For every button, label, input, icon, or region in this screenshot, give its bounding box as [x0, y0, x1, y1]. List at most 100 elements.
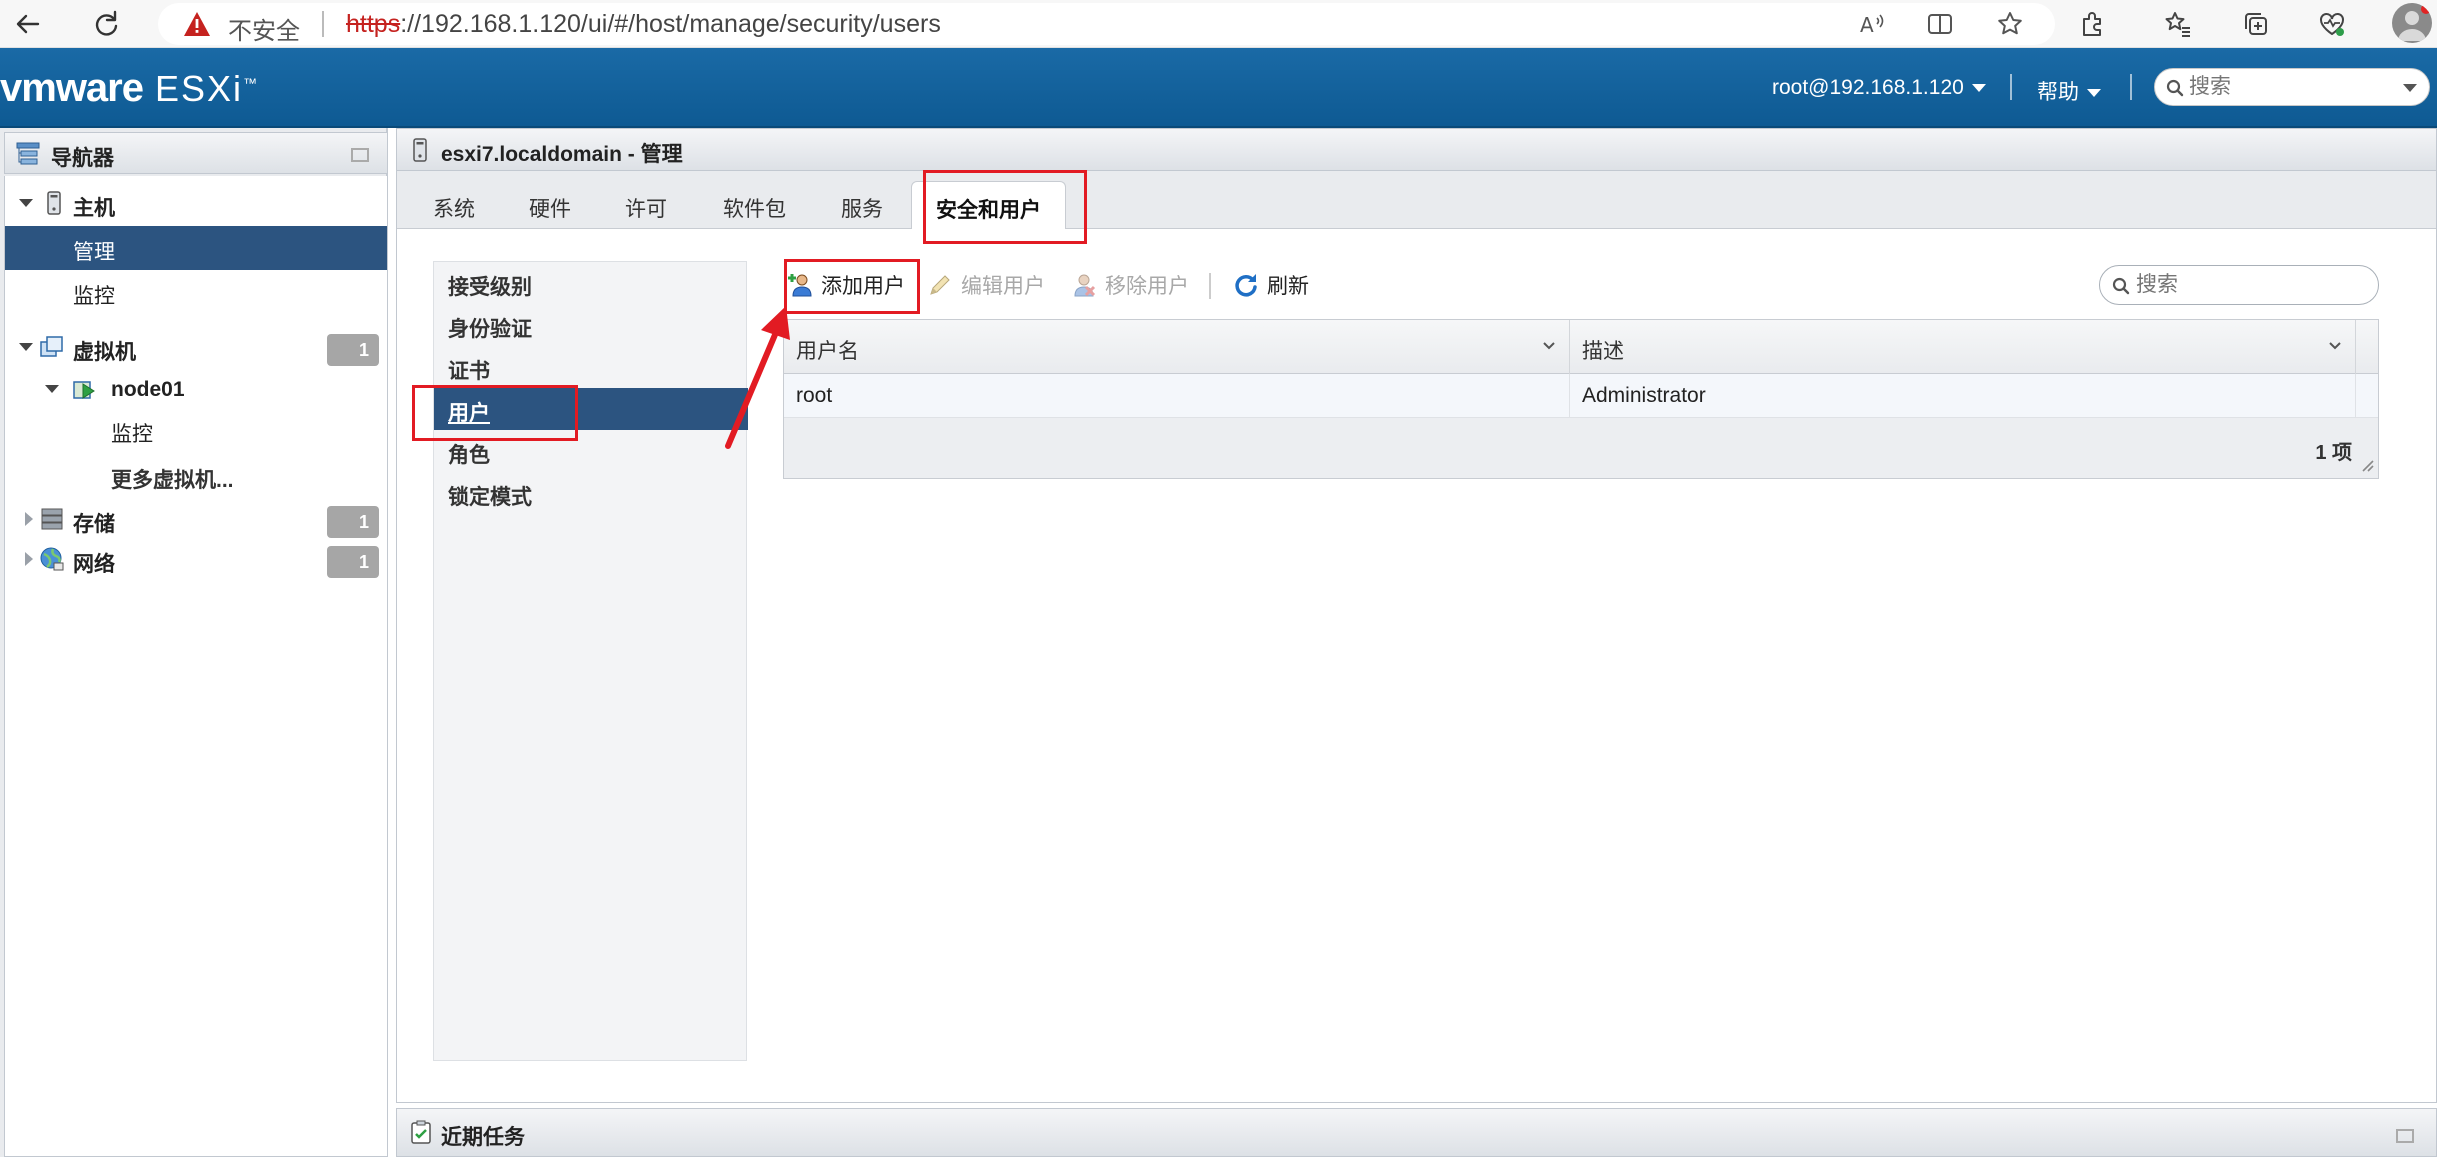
header-search[interactable] [2154, 68, 2430, 106]
collections-icon[interactable] [2240, 8, 2272, 40]
main-title: esxi7.localdomain - 管理 [441, 143, 683, 166]
sec-item-label: 证书 [448, 360, 490, 383]
edit-user-button[interactable]: 编辑用户 [927, 267, 1045, 303]
vms-count-badge: 1 [327, 334, 379, 366]
storage-icon [41, 508, 63, 530]
tab-services[interactable]: 服务 [841, 181, 883, 229]
column-header-label: 描述 [1582, 340, 1624, 363]
extensions-icon[interactable] [2076, 8, 2108, 40]
reload-icon[interactable] [86, 4, 126, 44]
chevron-down-icon[interactable] [2327, 338, 2343, 354]
nav-item-vm-node01[interactable]: node01 [5, 368, 387, 412]
item-count: 1 项 [2315, 442, 2352, 464]
back-icon[interactable] [8, 4, 48, 44]
chevron-down-icon [2087, 89, 2101, 98]
vmware-esxi-logo[interactable]: vmware ESXi™ [0, 66, 259, 110]
header-separator [2010, 74, 2012, 100]
user-menu[interactable]: root@192.168.1.120 [1772, 76, 1986, 100]
vm-powered-on-icon [73, 381, 95, 399]
nav-manage-label: 管理 [73, 241, 115, 264]
nav-vm-monitor-label: 监控 [111, 423, 153, 446]
help-menu[interactable]: 帮助 [2037, 76, 2101, 106]
main-title-bar: esxi7.localdomain - 管理 [397, 129, 2436, 171]
profile-avatar[interactable] [2392, 3, 2432, 43]
collapse-panel-icon[interactable] [351, 148, 369, 162]
nav-item-monitor[interactable]: 监控 [5, 270, 387, 314]
nav-item-network[interactable]: 网络 1 [5, 538, 387, 582]
sec-item-roles[interactable]: 角色 [434, 430, 748, 472]
tab-security-users[interactable]: 安全和用户 [911, 181, 1066, 229]
users-search-input[interactable] [2136, 271, 2366, 299]
logo-esxi: ESXi™ [155, 68, 259, 110]
main-panel: esxi7.localdomain - 管理 系统 硬件 许可 软件包 服务 安… [396, 128, 2437, 1103]
resize-grip-icon[interactable] [2360, 458, 2374, 472]
users-search[interactable] [2099, 265, 2379, 305]
search-icon [2112, 277, 2130, 295]
sec-item-label: 身份验证 [448, 318, 532, 341]
sec-item-certificates[interactable]: 证书 [434, 346, 748, 388]
grid-header: 用户名 描述 [784, 320, 2378, 374]
browser-toolbar: 不安全 https://192.168.1.120/ui/#/host/mana… [0, 0, 2437, 48]
nav-item-more-vms[interactable]: 更多虚拟机... [5, 454, 387, 498]
recent-tasks-bar[interactable]: 近期任务 [396, 1108, 2437, 1157]
add-user-icon [788, 274, 812, 297]
expand-arrow-icon[interactable] [45, 385, 59, 393]
security-warning-label[interactable]: 不安全 [228, 11, 300, 46]
sec-item-lockdown-mode[interactable]: 锁定模式 [434, 472, 748, 514]
expand-arrow-icon[interactable] [19, 199, 33, 207]
expand-arrow-icon[interactable] [19, 343, 33, 351]
sec-item-label: 锁定模式 [448, 486, 532, 509]
network-globe-icon [40, 547, 64, 571]
tab-bar: 系统 硬件 许可 软件包 服务 安全和用户 [397, 171, 2436, 229]
nav-item-storage[interactable]: 存储 1 [5, 498, 387, 542]
nav-storage-label: 存储 [73, 513, 115, 536]
column-header-label: 用户名 [796, 340, 859, 363]
read-aloud-icon[interactable]: A [1856, 8, 1888, 40]
browser-essentials-icon[interactable] [2316, 8, 2348, 40]
table-row[interactable]: root Administrator [784, 374, 2378, 418]
security-menu: 接受级别 身份验证 证书 用户 角色 锁定模式 [433, 261, 748, 1061]
split-screen-icon[interactable] [1924, 8, 1956, 40]
tab-licensing[interactable]: 许可 [625, 181, 667, 229]
url-text[interactable]: https://192.168.1.120/ui/#/host/manage/s… [346, 10, 941, 39]
host-server-icon [47, 191, 61, 215]
chevron-down-icon[interactable] [2403, 84, 2417, 92]
header-separator [2130, 74, 2132, 100]
url-scheme: https [346, 10, 401, 38]
favorite-star-icon[interactable] [1994, 8, 2026, 40]
navigator-title: 导航器 [51, 147, 114, 170]
address-bar[interactable]: 不安全 https://192.168.1.120/ui/#/host/mana… [158, 3, 2055, 45]
header-search-input[interactable] [2189, 73, 2389, 101]
remove-user-icon [1074, 274, 1096, 297]
nav-item-vm-monitor[interactable]: 监控 [5, 408, 387, 452]
sec-item-users[interactable]: 用户 [434, 388, 748, 430]
remove-user-button[interactable]: 移除用户 [1071, 267, 1189, 303]
add-user-button[interactable]: 添加用户 [787, 267, 905, 303]
favorites-icon[interactable] [2162, 8, 2194, 40]
tab-system[interactable]: 系统 [433, 181, 475, 229]
sec-item-acceptance-level[interactable]: 接受级别 [434, 262, 748, 304]
navigator-tree-icon [16, 142, 40, 165]
tab-packages[interactable]: 软件包 [723, 181, 786, 229]
chevron-down-icon [1971, 84, 1986, 93]
nav-item-host[interactable]: 主机 [5, 182, 387, 226]
nav-item-vms[interactable]: 虚拟机 1 [5, 326, 387, 370]
chevron-down-icon[interactable] [1541, 338, 1557, 354]
tab-hardware[interactable]: 硬件 [529, 181, 571, 229]
storage-count-badge: 1 [327, 506, 379, 538]
refresh-button[interactable]: 刷新 [1233, 267, 1309, 303]
collapsed-arrow-icon[interactable] [25, 552, 33, 566]
column-header-description[interactable]: 描述 [1570, 320, 2356, 374]
column-header-username[interactable]: 用户名 [784, 320, 1570, 374]
recent-tasks-title: 近期任务 [441, 1126, 525, 1149]
svg-text:A: A [1860, 13, 1874, 37]
esxi-header: vmware ESXi™ root@192.168.1.120 帮助 [0, 48, 2437, 128]
search-icon [2166, 79, 2184, 97]
sec-item-authentication[interactable]: 身份验证 [434, 304, 748, 346]
logo-tm: ™ [243, 75, 260, 91]
nav-item-manage[interactable]: 管理 [5, 226, 387, 270]
collapsed-arrow-icon[interactable] [25, 512, 33, 526]
users-grid: 用户名 描述 root Administrator 1 项 [783, 319, 2379, 479]
sec-item-label: 角色 [448, 444, 490, 467]
collapse-panel-icon[interactable] [2396, 1129, 2414, 1143]
